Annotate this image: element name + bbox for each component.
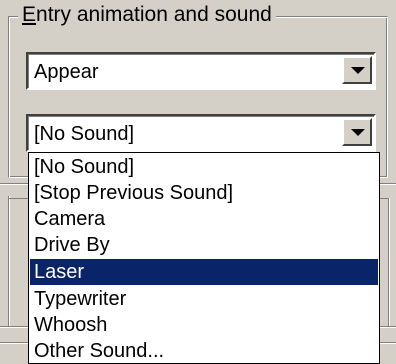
list-item[interactable]: Other Sound... [30, 338, 378, 364]
sound-dropdown-list[interactable]: [No Sound] [Stop Previous Sound] Camera … [28, 152, 380, 364]
background-divider-highlight [0, 343, 28, 344]
animation-select[interactable]: Appear [26, 52, 376, 90]
list-item-label: Camera [34, 208, 106, 230]
list-item-label: Typewriter [34, 288, 127, 310]
list-item[interactable]: [Stop Previous Sound] [30, 180, 378, 206]
groupbox-title-text: Entry animation and sound [22, 3, 272, 26]
background-frame-edge-highlight [9, 196, 10, 326]
background-divider-highlight [0, 327, 28, 328]
list-item-label: Whoosh [34, 314, 108, 336]
list-item[interactable]: Camera [30, 206, 378, 232]
sound-dropdown-button[interactable] [342, 118, 372, 146]
sound-select-value: [No Sound] [34, 123, 135, 145]
chevron-down-icon [351, 129, 365, 136]
list-item-label: Laser [34, 261, 85, 283]
list-item-label: Other Sound... [34, 340, 165, 362]
list-item-label: [No Sound] [34, 156, 135, 178]
list-item[interactable]: Drive By [30, 232, 378, 258]
chevron-down-icon [351, 67, 365, 74]
list-item[interactable]: Whoosh [30, 312, 378, 338]
background-frame-edge [8, 198, 28, 199]
animation-select-value: Appear [34, 61, 99, 83]
list-item[interactable]: [No Sound] [30, 154, 378, 180]
list-item-label: Drive By [34, 234, 110, 256]
groupbox-title: Entry animation and sound [18, 2, 276, 28]
background-divider-highlight [380, 184, 396, 185]
animation-dropdown-button[interactable] [342, 56, 372, 84]
background-frame-edge-highlight [389, 198, 390, 326]
list-item-label: [Stop Previous Sound] [34, 182, 234, 204]
sound-select[interactable]: [No Sound] [26, 114, 376, 152]
background-divider-highlight [0, 184, 28, 185]
background-divider-highlight [380, 327, 396, 328]
list-item[interactable]: Typewriter [30, 286, 378, 312]
list-item-selected[interactable]: Laser [30, 259, 378, 285]
background-divider-highlight [380, 343, 396, 344]
